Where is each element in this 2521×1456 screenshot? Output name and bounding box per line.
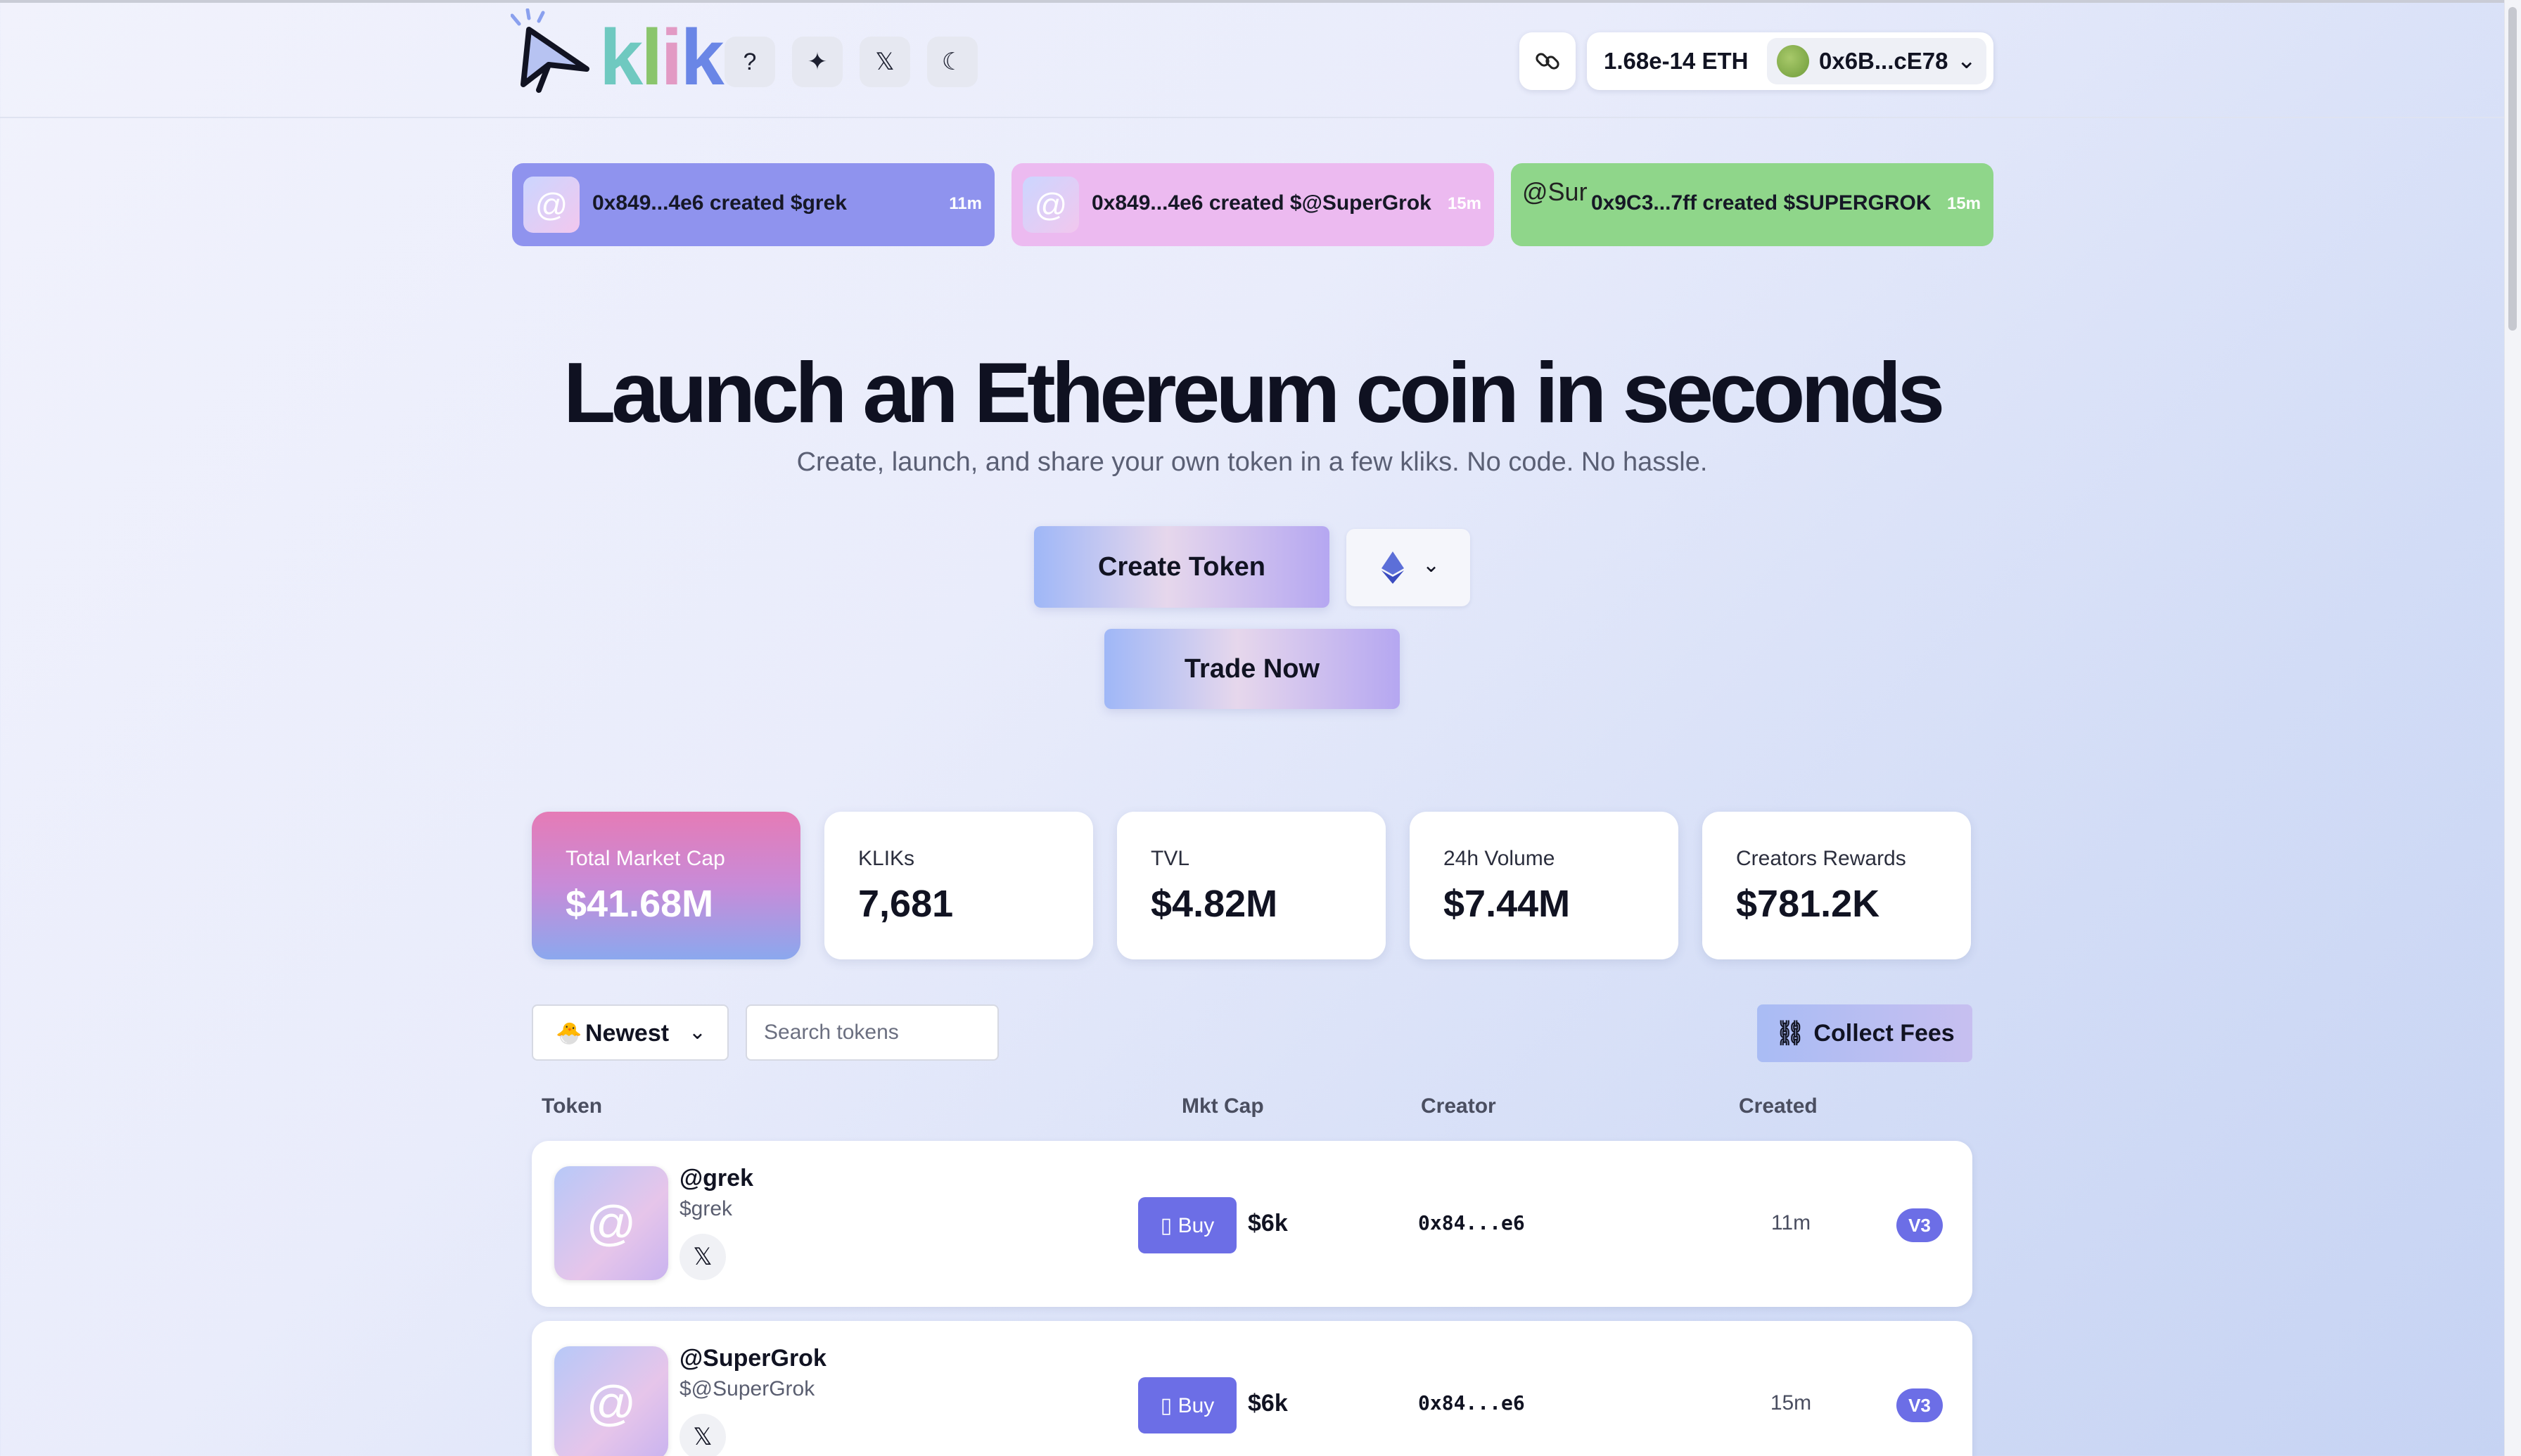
logo-wordmark: klik xyxy=(599,13,725,101)
column-header-created[interactable]: Created xyxy=(1739,1094,1818,1118)
token-avatar-alt: @Sur xyxy=(1522,177,1588,206)
page-scrollbar[interactable] xyxy=(2504,0,2521,1456)
created-time: 15m xyxy=(1770,1391,1812,1415)
buy-button[interactable]: ▯ Buy xyxy=(1138,1197,1237,1253)
column-header-token[interactable]: Token xyxy=(542,1094,602,1118)
clipboard-icon: ▯ xyxy=(1160,1213,1178,1237)
collect-fees-label: Collect Fees xyxy=(1813,1020,1955,1047)
stat-value: $781.2K xyxy=(1736,883,1880,925)
stat-card-market-cap: Total Market Cap $41.68M xyxy=(532,812,800,959)
ticker-time: 11m xyxy=(949,194,982,213)
stat-card-volume: 24h Volume $7.44M xyxy=(1410,812,1678,959)
version-badge: V3 xyxy=(1896,1208,1943,1242)
stat-value: 7,681 xyxy=(858,883,954,925)
klik-logo[interactable]: klik xyxy=(511,8,725,100)
sort-emoji-icon: 🐣 xyxy=(556,1022,582,1045)
ticker-text: 0x849...4e6 created $@SuperGrok xyxy=(1092,191,1431,215)
ticker-item[interactable]: @ 0x849...4e6 created $grek 11m xyxy=(512,163,995,246)
created-time: 11m xyxy=(1770,1211,1811,1234)
version-badge: V3 xyxy=(1896,1388,1943,1422)
search-input[interactable] xyxy=(746,1004,999,1061)
table-row[interactable]: @ @grek $grek 𝕏 ▯ Buy $6k 0x84...e6 11m … xyxy=(532,1141,1972,1307)
trade-now-button[interactable]: Trade Now xyxy=(1104,629,1400,709)
collect-fees-button[interactable]: ⛓ Collect Fees xyxy=(1757,1004,1972,1062)
help-icon[interactable]: ? xyxy=(725,37,775,87)
ticker-item[interactable]: @ 0x849...4e6 created $@SuperGrok 15m xyxy=(1011,163,1494,246)
stat-value: $41.68M xyxy=(566,883,714,925)
moon-icon[interactable]: ☾ xyxy=(927,37,978,87)
stat-card-creator-rewards: Creators Rewards $781.2K xyxy=(1702,812,1971,959)
ticker-text: 0x849...4e6 created $grek xyxy=(592,191,847,215)
x-logo-icon[interactable]: 𝕏 xyxy=(860,37,910,87)
column-header-mktcap[interactable]: Mkt Cap xyxy=(1182,1094,1264,1118)
token-avatar: @ xyxy=(554,1166,668,1280)
ticker-text: 0x9C3...7ff created $SUPERGROK xyxy=(1591,191,1932,215)
stat-label: 24h Volume xyxy=(1443,847,1555,870)
hero-title: Launch an Ethereum coin in seconds xyxy=(563,345,1946,440)
token-symbol: $grek xyxy=(679,1197,733,1220)
market-cap: $6k xyxy=(1248,1390,1288,1417)
stat-label: KLIKs xyxy=(858,847,915,870)
link-icon: ⛓ xyxy=(1775,1020,1806,1047)
chevron-down-icon: ⌄ xyxy=(1956,47,1977,74)
creator-address[interactable]: 0x84...e6 xyxy=(1418,1391,1525,1415)
stat-value: $4.82M xyxy=(1151,883,1278,925)
token-symbol: $@SuperGrok xyxy=(679,1377,815,1400)
stat-label: Creators Rewards xyxy=(1736,847,1906,870)
buy-button[interactable]: ▯ Buy xyxy=(1138,1377,1237,1433)
chevron-down-icon: ⌄ xyxy=(688,1021,706,1044)
creator-address[interactable]: 0x84...e6 xyxy=(1418,1211,1525,1234)
token-avatar: @ xyxy=(523,177,580,233)
market-cap: $6k xyxy=(1248,1210,1288,1237)
chevron-down-icon: ⌄ xyxy=(1422,554,1441,577)
stat-card-tvl: TVL $4.82M xyxy=(1117,812,1386,959)
chain-selector[interactable]: ⌄ xyxy=(1346,529,1470,606)
token-name: @grek xyxy=(679,1165,753,1192)
token-avatar: @ xyxy=(554,1346,668,1456)
table-row[interactable]: @ @SuperGrok $@SuperGrok 𝕏 ▯ Buy $6k 0x8… xyxy=(532,1321,1972,1456)
token-avatar: @ xyxy=(1023,177,1079,233)
stat-label: TVL xyxy=(1151,847,1190,870)
column-header-creator[interactable]: Creator xyxy=(1421,1094,1496,1118)
x-logo-icon[interactable]: 𝕏 xyxy=(679,1234,726,1280)
sort-dropdown[interactable]: 🐣 Newest ⌄ xyxy=(532,1004,729,1061)
hero-subtitle: Create, launch, and share your own token… xyxy=(796,447,1708,477)
window-top-edge xyxy=(0,0,2521,3)
x-logo-icon[interactable]: 𝕏 xyxy=(679,1414,726,1456)
buy-label: Buy xyxy=(1177,1213,1215,1237)
create-token-button[interactable]: Create Token xyxy=(1034,526,1329,608)
paper-plane-icon xyxy=(511,8,589,93)
eth-balance: 1.68e-14 ETH xyxy=(1604,48,1749,74)
token-name: @SuperGrok xyxy=(679,1345,826,1372)
header-divider xyxy=(0,117,2504,118)
stat-label: Total Market Cap xyxy=(566,847,725,870)
confetti-icon[interactable]: ✦ xyxy=(792,37,843,87)
account-pill[interactable]: 0x6B...cE78 ⌄ xyxy=(1767,38,1986,84)
account-avatar xyxy=(1777,45,1809,77)
wallet-button[interactable]: 1.68e-14 ETH 0x6B...cE78 ⌄ xyxy=(1587,32,1993,90)
link-icon[interactable] xyxy=(1519,32,1576,90)
clipboard-icon: ▯ xyxy=(1160,1393,1178,1417)
buy-label: Buy xyxy=(1177,1393,1215,1417)
ticker-time: 15m xyxy=(1946,194,1981,213)
stat-value: $7.44M xyxy=(1443,883,1571,925)
ticker-item[interactable]: @Sur 0x9C3...7ff created $SUPERGROK 15m xyxy=(1511,163,1993,246)
ticker-time: 15m xyxy=(1447,194,1481,213)
sort-label: Newest xyxy=(585,1020,670,1047)
wallet-address: 0x6B...cE78 xyxy=(1819,48,1948,74)
ethereum-icon xyxy=(1381,551,1404,584)
scrollbar-thumb[interactable] xyxy=(2508,7,2517,331)
stat-card-kliks: KLIKs 7,681 xyxy=(824,812,1093,959)
